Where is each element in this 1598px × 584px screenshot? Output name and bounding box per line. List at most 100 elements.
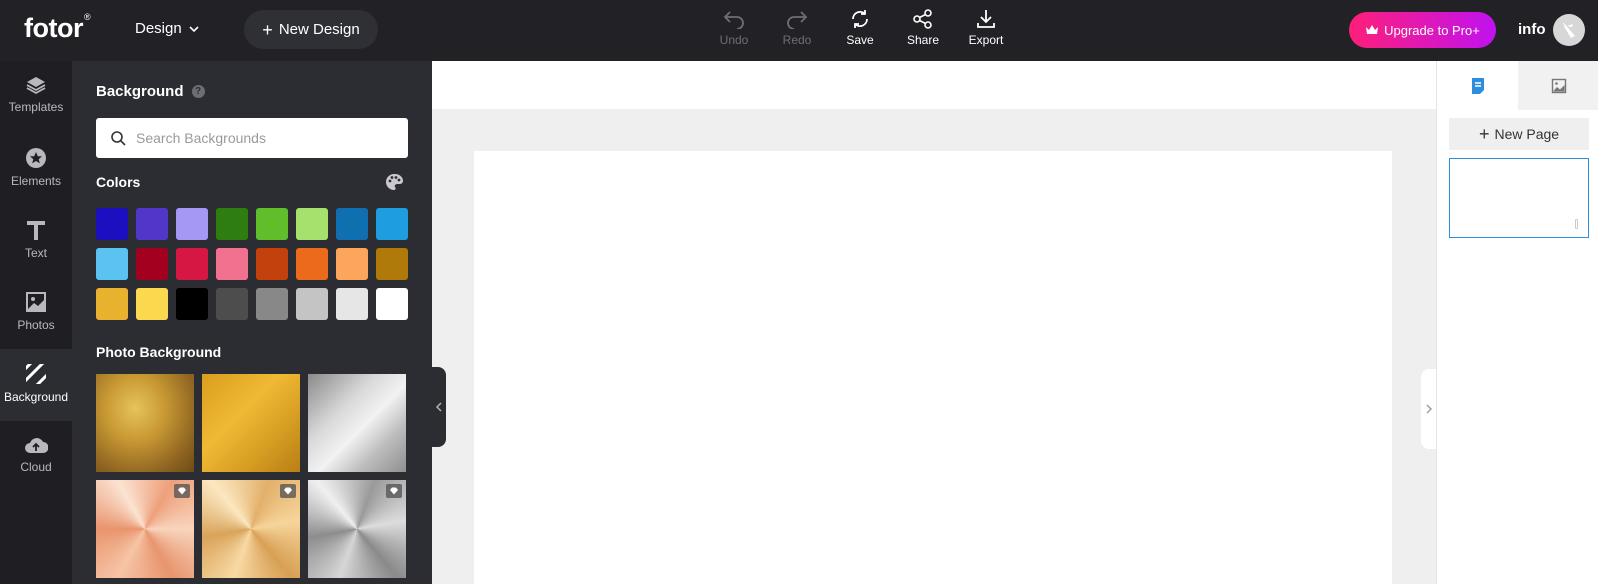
photo-gold-gradient[interactable] xyxy=(202,374,300,472)
color-swatch[interactable] xyxy=(176,208,208,240)
design-menu-button[interactable]: Design xyxy=(135,20,200,37)
expand-pages-button[interactable] xyxy=(1421,369,1436,449)
pages-panel-tabs xyxy=(1437,61,1598,110)
color-swatch[interactable] xyxy=(336,248,368,280)
search-input[interactable] xyxy=(136,130,396,146)
undo-icon xyxy=(723,11,744,29)
avatar-bird-icon xyxy=(1563,22,1575,38)
nav-cloud[interactable]: Cloud xyxy=(0,421,72,493)
colors-heading: Colors xyxy=(96,174,141,190)
crown-icon xyxy=(1366,25,1379,34)
color-swatch[interactable] xyxy=(176,248,208,280)
search-box xyxy=(96,118,408,158)
fotor-logo[interactable]: fotor® xyxy=(24,12,91,44)
color-swatch[interactable] xyxy=(296,288,328,320)
color-swatch[interactable] xyxy=(376,208,408,240)
text-icon xyxy=(27,221,45,240)
download-icon xyxy=(977,10,995,28)
pro-diamond-icon xyxy=(386,484,402,498)
pro-diamond-icon xyxy=(280,484,296,498)
color-swatches xyxy=(96,208,411,320)
photo-rose-gold-radial[interactable] xyxy=(96,480,194,578)
nav-text[interactable]: Text xyxy=(0,205,72,277)
page-thumbnail[interactable] xyxy=(1449,158,1589,238)
sync-icon xyxy=(852,10,868,28)
photo-silver-gradient[interactable] xyxy=(308,374,406,472)
image-icon xyxy=(26,292,46,312)
nav-background[interactable]: Background xyxy=(0,349,72,421)
save-label: Save xyxy=(846,33,874,47)
pro-diamond-icon xyxy=(174,484,190,498)
image-icon xyxy=(1551,78,1566,93)
photo-backgrounds xyxy=(96,374,406,578)
stripes-icon xyxy=(26,364,46,384)
color-swatch[interactable] xyxy=(136,288,168,320)
design-canvas[interactable] xyxy=(474,151,1392,584)
nav-templates-label: Templates xyxy=(8,100,64,114)
tab-pages[interactable] xyxy=(1437,61,1518,110)
color-swatch[interactable] xyxy=(216,208,248,240)
export-button[interactable]: Export xyxy=(958,9,1014,47)
new-design-button[interactable]: + New Design xyxy=(244,10,378,49)
nav-background-label: Background xyxy=(3,390,69,404)
color-swatch[interactable] xyxy=(136,208,168,240)
color-swatch[interactable] xyxy=(256,288,288,320)
color-swatch[interactable] xyxy=(96,288,128,320)
nav-templates[interactable]: Templates xyxy=(0,61,72,133)
drag-handle-icon[interactable] xyxy=(1575,219,1578,229)
chevron-right-icon xyxy=(1425,404,1432,414)
color-swatch[interactable] xyxy=(256,248,288,280)
color-swatch[interactable] xyxy=(336,208,368,240)
export-label: Export xyxy=(968,33,1004,47)
redo-button[interactable]: Redo xyxy=(769,9,825,47)
page-icon xyxy=(1471,77,1484,94)
nav-photos[interactable]: Photos xyxy=(0,277,72,349)
help-icon[interactable]: ? xyxy=(191,85,205,98)
color-swatch[interactable] xyxy=(296,208,328,240)
palette-icon[interactable] xyxy=(384,173,404,191)
color-swatch[interactable] xyxy=(216,288,248,320)
new-page-button[interactable]: + New Page xyxy=(1449,118,1589,150)
cloud-upload-icon xyxy=(25,438,48,453)
top-bar: fotor® Design + New Design Undo Redo Sav… xyxy=(0,0,1598,61)
color-swatch[interactable] xyxy=(376,248,408,280)
share-icon xyxy=(913,9,932,29)
share-button[interactable]: Share xyxy=(895,9,951,47)
design-menu-label: Design xyxy=(135,20,182,37)
photo-gold-texture[interactable] xyxy=(96,374,194,472)
search-icon xyxy=(111,131,126,146)
undo-label: Undo xyxy=(719,33,749,47)
pages-panel: + New Page xyxy=(1436,61,1598,584)
nav-photos-label: Photos xyxy=(17,318,55,332)
avatar[interactable] xyxy=(1553,14,1585,46)
left-nav: Templates Elements Text Photos Backgroun… xyxy=(0,61,72,584)
nav-elements[interactable]: Elements xyxy=(0,133,72,205)
upgrade-label: Upgrade to Pro+ xyxy=(1384,22,1480,38)
plus-icon: + xyxy=(1478,124,1490,144)
new-design-label: New Design xyxy=(278,21,360,38)
color-swatch[interactable] xyxy=(96,248,128,280)
color-swatch[interactable] xyxy=(376,288,408,320)
color-swatch[interactable] xyxy=(176,288,208,320)
photo-silver-radial[interactable] xyxy=(308,480,406,578)
save-button[interactable]: Save xyxy=(832,9,888,47)
color-swatch[interactable] xyxy=(96,208,128,240)
tab-images[interactable] xyxy=(1518,61,1598,110)
layers-icon xyxy=(26,77,46,95)
color-swatch[interactable] xyxy=(216,248,248,280)
color-swatch[interactable] xyxy=(256,208,288,240)
upgrade-button[interactable]: Upgrade to Pro+ xyxy=(1349,12,1496,48)
user-name[interactable]: info xyxy=(1518,21,1546,38)
photo-champagne-radial[interactable] xyxy=(202,480,300,578)
redo-icon xyxy=(787,11,808,29)
plus-icon: + xyxy=(262,19,273,40)
chevron-left-icon xyxy=(435,402,442,412)
color-swatch[interactable] xyxy=(336,288,368,320)
undo-button[interactable]: Undo xyxy=(706,9,762,47)
nav-text-label: Text xyxy=(24,246,47,260)
background-panel: Background ? Colors Photo Background xyxy=(72,61,432,584)
collapse-panel-button[interactable] xyxy=(431,367,446,447)
color-swatch[interactable] xyxy=(296,248,328,280)
color-swatch[interactable] xyxy=(136,248,168,280)
redo-label: Redo xyxy=(782,33,812,47)
